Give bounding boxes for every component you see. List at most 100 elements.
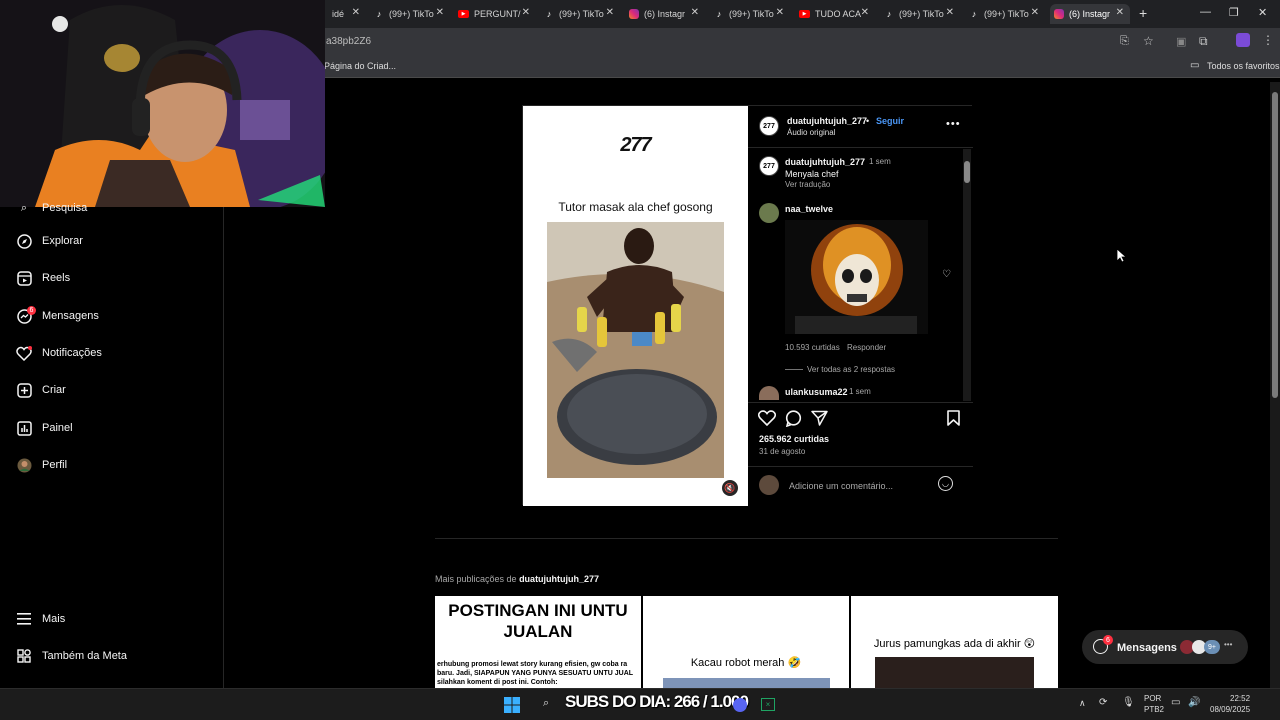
browser-tab[interactable]: ♪ (99+) TikTo ✕ bbox=[880, 4, 960, 24]
taskbar-search-icon[interactable]: ⌕ bbox=[543, 697, 549, 710]
nav-item-painel[interactable]: Painel bbox=[16, 416, 73, 440]
actions-divider bbox=[748, 402, 973, 403]
share-icon[interactable] bbox=[811, 410, 828, 426]
commenter2-avatar[interactable] bbox=[759, 386, 779, 400]
browser-tab-label: PERGUNT/ bbox=[474, 9, 521, 19]
tab-close-icon[interactable]: ✕ bbox=[606, 7, 614, 18]
tray-chevron-icon[interactable]: ∧ bbox=[1079, 698, 1086, 709]
bookmark-item[interactable]: Página do Criad... bbox=[324, 61, 396, 71]
extension-icon[interactable]: ▣ bbox=[1176, 35, 1186, 48]
browser-tab-label: (99+) TikTo bbox=[729, 9, 774, 19]
browser-tab[interactable]: ♪idé✕ bbox=[328, 4, 366, 24]
like-icon[interactable] bbox=[758, 410, 776, 426]
author-username[interactable]: duatujuhtujuh_277 bbox=[787, 116, 867, 126]
grid-post-2[interactable]: Kacau robot merah 🤣 bbox=[643, 596, 849, 688]
audio-label[interactable]: Áudio original bbox=[787, 128, 835, 137]
browser-tab[interactable]: ♪ (99+) TikTo ✕ bbox=[540, 4, 620, 24]
youtube-icon: ▶ bbox=[458, 10, 469, 18]
instagram-icon bbox=[629, 9, 639, 19]
browser-tab[interactable]: (6) Instagr ✕ bbox=[625, 4, 705, 24]
comment2-username[interactable]: ulankusuma22 bbox=[785, 387, 848, 397]
bookmark-star-icon[interactable]: ☆ bbox=[1143, 34, 1154, 48]
tab-close-icon[interactable]: ✕ bbox=[352, 7, 360, 18]
hamburger-icon bbox=[16, 611, 32, 627]
microphone-icon[interactable]: 🎙 bbox=[1122, 697, 1135, 708]
language-top[interactable]: POR bbox=[1144, 694, 1161, 703]
post-date: 31 de agosto bbox=[759, 447, 806, 456]
comment-icon[interactable] bbox=[785, 410, 802, 427]
tab-close-icon[interactable]: ✕ bbox=[946, 7, 954, 18]
browser-tab[interactable]: ♪ (99+) TikTo ✕ bbox=[965, 4, 1045, 24]
avatar-icon bbox=[16, 457, 32, 473]
tab-close-icon[interactable]: ✕ bbox=[1031, 7, 1039, 18]
tab-close-icon[interactable]: ✕ bbox=[1116, 7, 1124, 18]
reply-button[interactable]: Responder bbox=[847, 343, 886, 352]
comment-username[interactable]: naa_twelve bbox=[785, 204, 833, 214]
nav-item-perfil[interactable]: Perfil bbox=[16, 453, 67, 477]
grid-post-1[interactable]: POSTINGAN INI UNTU JUALAN erhubung promo… bbox=[435, 596, 641, 688]
discord-icon[interactable] bbox=[733, 698, 747, 712]
compass-icon bbox=[16, 233, 32, 249]
nav-meta-label: Também da Meta bbox=[42, 650, 127, 662]
comments-scrollbar[interactable] bbox=[963, 149, 971, 401]
mouse-cursor-icon bbox=[1116, 248, 1126, 263]
volume-icon[interactable]: 🔊 bbox=[1188, 697, 1200, 708]
menu-dots-icon[interactable]: ⋮ bbox=[1262, 33, 1274, 47]
comment-likes[interactable]: 10.593 curtidas bbox=[785, 343, 840, 352]
nav-meta[interactable]: Também da Meta bbox=[16, 644, 127, 668]
see-translation-link[interactable]: Ver tradução bbox=[785, 180, 830, 189]
nav-item-reels[interactable]: Reels bbox=[16, 266, 70, 290]
nav-more[interactable]: Mais bbox=[16, 607, 65, 631]
likes-count[interactable]: 265.962 curtidas bbox=[759, 434, 829, 444]
comment-like-icon[interactable]: ♡ bbox=[942, 269, 951, 280]
commenter-avatar[interactable] bbox=[759, 203, 779, 223]
author-avatar[interactable]: 277 bbox=[759, 116, 779, 136]
profile-icon[interactable] bbox=[1236, 33, 1250, 47]
network-icon[interactable]: ▭ bbox=[1171, 697, 1180, 708]
page-scrollbar[interactable] bbox=[1270, 82, 1280, 688]
url-text[interactable]: a38pb2Z6 bbox=[326, 36, 371, 47]
grid-post-3[interactable]: Jurus pamungkas ada di akhir 😲 bbox=[851, 596, 1058, 688]
more-options-icon[interactable]: ••• bbox=[946, 118, 961, 130]
restore-icon[interactable]: ❐ bbox=[1229, 6, 1239, 19]
mute-icon[interactable]: 🔇 bbox=[722, 480, 738, 496]
comment-input[interactable]: Adicione um comentário... bbox=[789, 481, 893, 491]
browser-tab[interactable]: ▶ PERGUNT/✕ bbox=[454, 4, 536, 24]
nav-item-explorar[interactable]: Explorar bbox=[16, 229, 83, 253]
browser-tab[interactable]: ▶ TUDO ACA ✕ bbox=[795, 4, 875, 24]
caption-username[interactable]: duatujuhtujuh_277 bbox=[785, 157, 865, 167]
more-posts-user[interactable]: duatujuhtujuh_277 bbox=[519, 574, 599, 584]
browser-tab[interactable]: ♪ (99+) TikTo ✕ bbox=[370, 4, 450, 24]
emoji-icon[interactable]: ◡ bbox=[938, 476, 953, 491]
puzzle-icon[interactable]: ⧉ bbox=[1199, 34, 1208, 49]
minimize-icon[interactable]: — bbox=[1200, 6, 1211, 18]
clock-time[interactable]: 22:52 bbox=[1230, 694, 1250, 703]
close-window-icon[interactable]: ✕ bbox=[1258, 6, 1267, 19]
browser-tab[interactable]: (6) Instagr ✕ bbox=[1050, 4, 1130, 24]
tab-close-icon[interactable]: ✕ bbox=[776, 7, 784, 18]
nav-item-criar[interactable]: Criar bbox=[16, 378, 66, 402]
nav-item-mensagens[interactable]: 6 Mensagens bbox=[16, 304, 99, 328]
all-favorites[interactable]: Todos os favoritos bbox=[1207, 61, 1280, 71]
follow-button[interactable]: Seguir bbox=[876, 116, 904, 126]
reel-media[interactable]: 277 Tutor masak ala chef gosong 🔇 bbox=[523, 106, 748, 506]
new-tab-icon[interactable]: + bbox=[1139, 5, 1147, 21]
tab-close-icon[interactable]: ✕ bbox=[691, 7, 699, 18]
tab-close-icon[interactable]: ✕ bbox=[522, 7, 530, 18]
post-side-panel: 277 duatujuhtujuh_277 • Seguir Áudio ori… bbox=[748, 106, 973, 506]
browser-tab[interactable]: ♪ (99+) TikTo ✕ bbox=[710, 4, 790, 24]
nav-search[interactable]: ⌕ Pesquisa bbox=[16, 196, 87, 220]
messages-pill[interactable]: 6 Mensagens 9+ ••• bbox=[1082, 630, 1248, 664]
excel-icon[interactable]: × bbox=[761, 698, 775, 711]
caption-avatar[interactable]: 277 bbox=[759, 156, 779, 176]
nav-item-notificaes[interactable]: Notificações bbox=[16, 341, 102, 365]
tab-close-icon[interactable]: ✕ bbox=[861, 7, 869, 18]
view-replies-link[interactable]: Ver todas as 2 respostas bbox=[807, 365, 895, 374]
clock-date[interactable]: 08/09/2025 bbox=[1210, 705, 1250, 714]
language-bottom[interactable]: PTB2 bbox=[1144, 705, 1164, 714]
windows-start-icon[interactable] bbox=[504, 697, 520, 713]
install-app-icon[interactable]: ⎘ bbox=[1120, 35, 1129, 48]
save-icon[interactable] bbox=[947, 410, 960, 426]
tab-close-icon[interactable]: ✕ bbox=[436, 7, 444, 18]
tray-sync-icon[interactable]: ⟳ bbox=[1099, 697, 1107, 708]
